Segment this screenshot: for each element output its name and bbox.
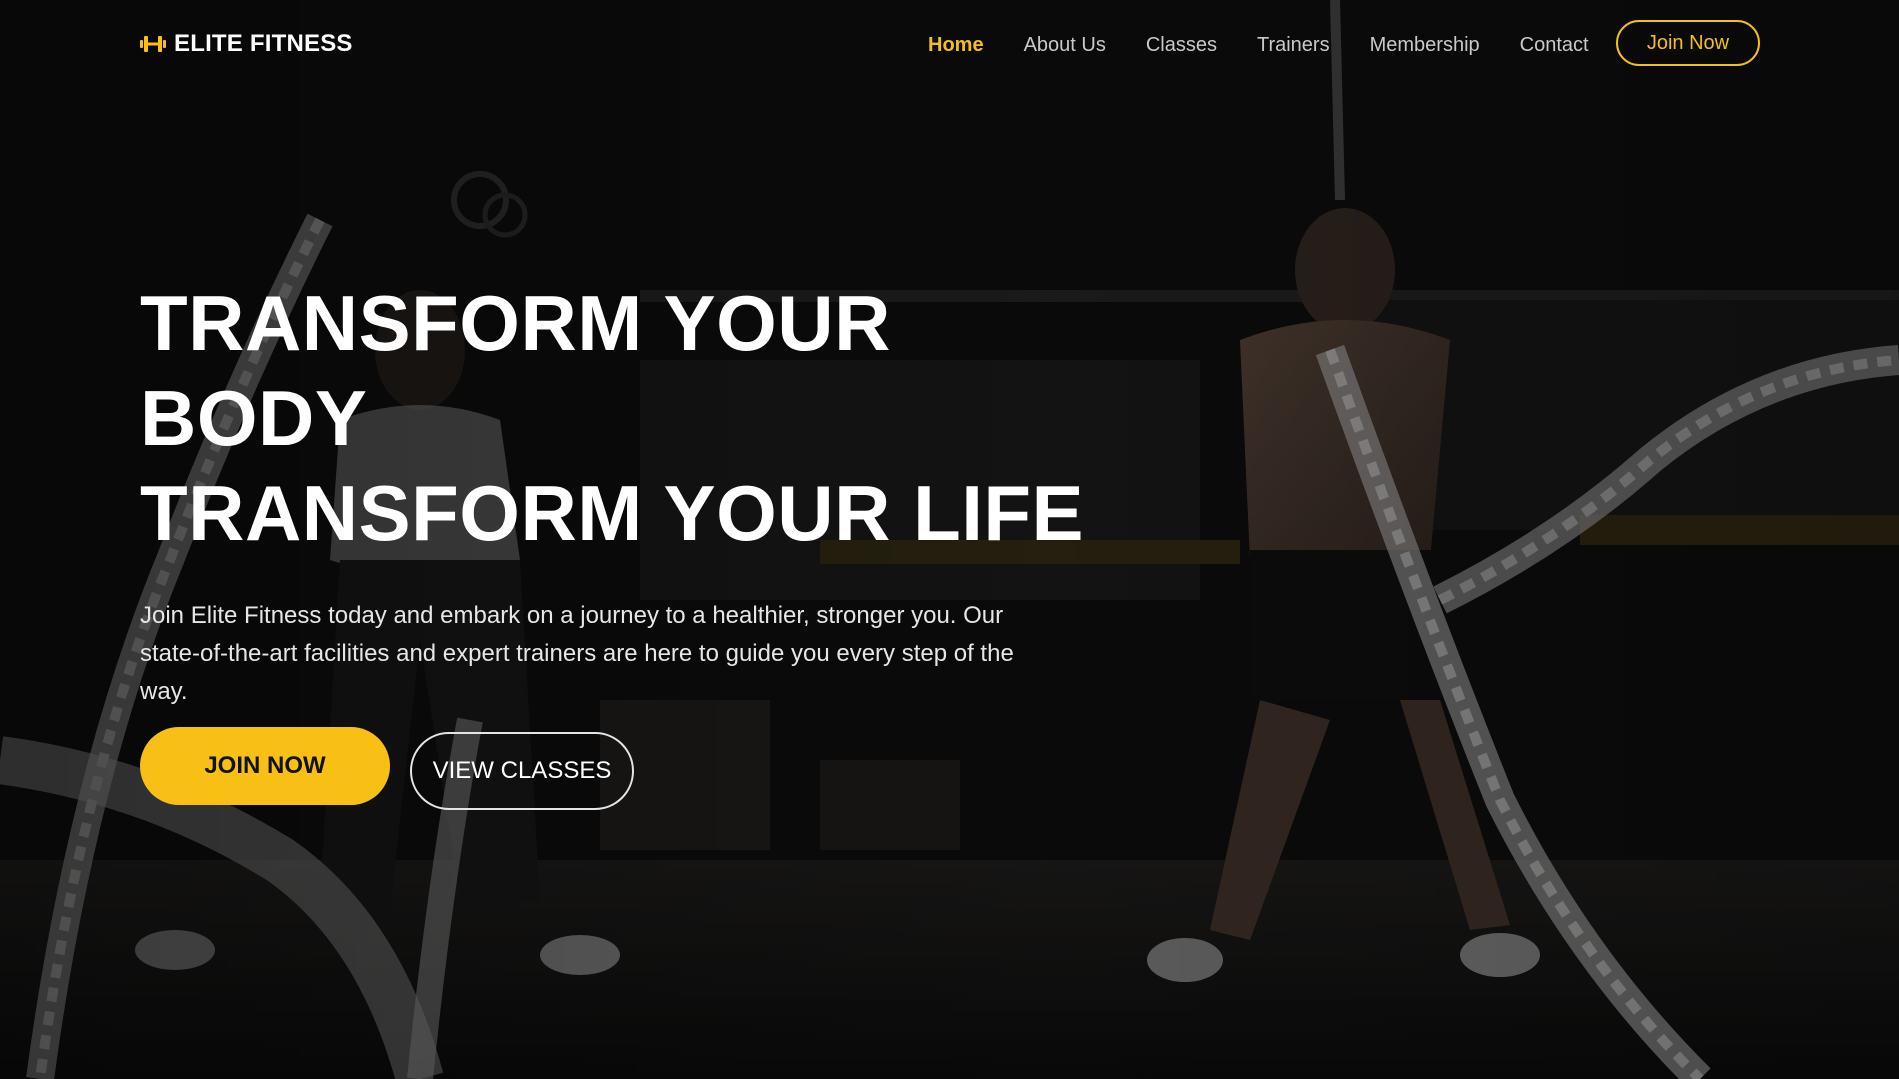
hero-buttons: JOIN NOW VIEW CLASSES xyxy=(140,722,634,810)
nav-menu: Home About Us Classes Trainers Membershi… xyxy=(928,32,1589,58)
nav-link-about-us[interactable]: About Us xyxy=(1024,34,1106,56)
dumbbell-icon xyxy=(140,36,166,52)
nav-link-membership[interactable]: Membership xyxy=(1370,34,1480,56)
nav-link-trainers[interactable]: Trainers xyxy=(1257,34,1330,56)
view-classes-button[interactable]: VIEW CLASSES xyxy=(410,732,634,810)
hero-title-line-1: TRANSFORM YOUR xyxy=(140,279,891,367)
navbar: ELITE FITNESS Home About Us Classes Trai… xyxy=(0,0,1899,90)
hero-description: Join Elite Fitness today and embark on a… xyxy=(140,602,1014,705)
hero-title-line-2: BODY xyxy=(140,374,368,462)
nav-join-now-button[interactable]: Join Now xyxy=(1616,20,1760,66)
hero-title-line-3: TRANSFORM YOUR LIFE xyxy=(140,469,1085,557)
nav-link-contact[interactable]: Contact xyxy=(1520,34,1589,56)
hero-section: ELITE FITNESS Home About Us Classes Trai… xyxy=(0,0,1899,1079)
brand-logo[interactable]: ELITE FITNESS xyxy=(140,30,353,58)
join-now-button[interactable]: JOIN NOW xyxy=(140,727,390,805)
nav-link-classes[interactable]: Classes xyxy=(1146,34,1217,56)
hero-title: TRANSFORM YOUR BODY TRANSFORM YOUR LIFE xyxy=(140,276,1100,561)
brand-name: ELITE FITNESS xyxy=(174,30,353,57)
nav-link-home[interactable]: Home xyxy=(928,34,984,56)
hero-content: TRANSFORM YOUR BODY TRANSFORM YOUR LIFE … xyxy=(140,276,1100,711)
